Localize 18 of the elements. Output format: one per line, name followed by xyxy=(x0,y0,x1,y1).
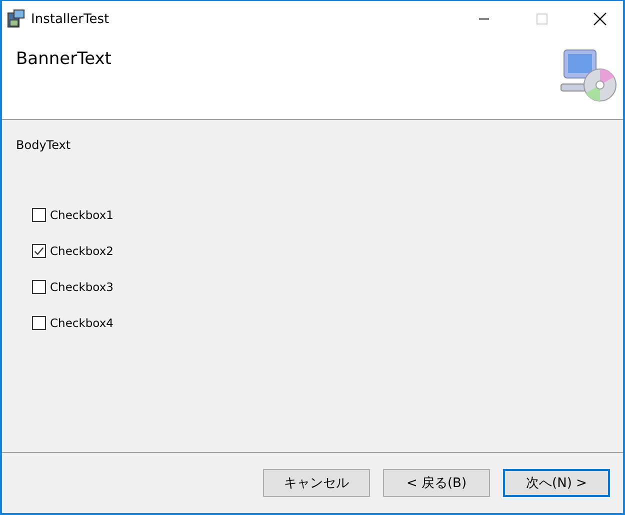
checkbox-label: Checkbox4 xyxy=(50,316,114,330)
wizard-button[interactable]: < 戻る(B) xyxy=(383,469,490,497)
check-icon xyxy=(33,245,45,257)
checkbox-label: Checkbox3 xyxy=(50,280,114,294)
body-text: BodyText xyxy=(16,138,71,152)
close-icon xyxy=(593,12,607,26)
wizard-button[interactable]: 次へ(N) > xyxy=(503,469,610,497)
checkbox-label: Checkbox2 xyxy=(50,244,114,258)
banner-title: BannerText xyxy=(16,49,112,71)
installer-icon xyxy=(6,9,26,29)
checkbox[interactable] xyxy=(32,208,46,222)
checkbox[interactable] xyxy=(32,280,46,294)
checkbox[interactable] xyxy=(32,244,46,258)
wizard-button[interactable]: キャンセル xyxy=(263,469,370,497)
window-title: InstallerTest xyxy=(31,12,110,26)
maximize-icon xyxy=(536,13,548,25)
checkbox[interactable] xyxy=(32,316,46,330)
checkbox-label: Checkbox1 xyxy=(50,208,114,222)
